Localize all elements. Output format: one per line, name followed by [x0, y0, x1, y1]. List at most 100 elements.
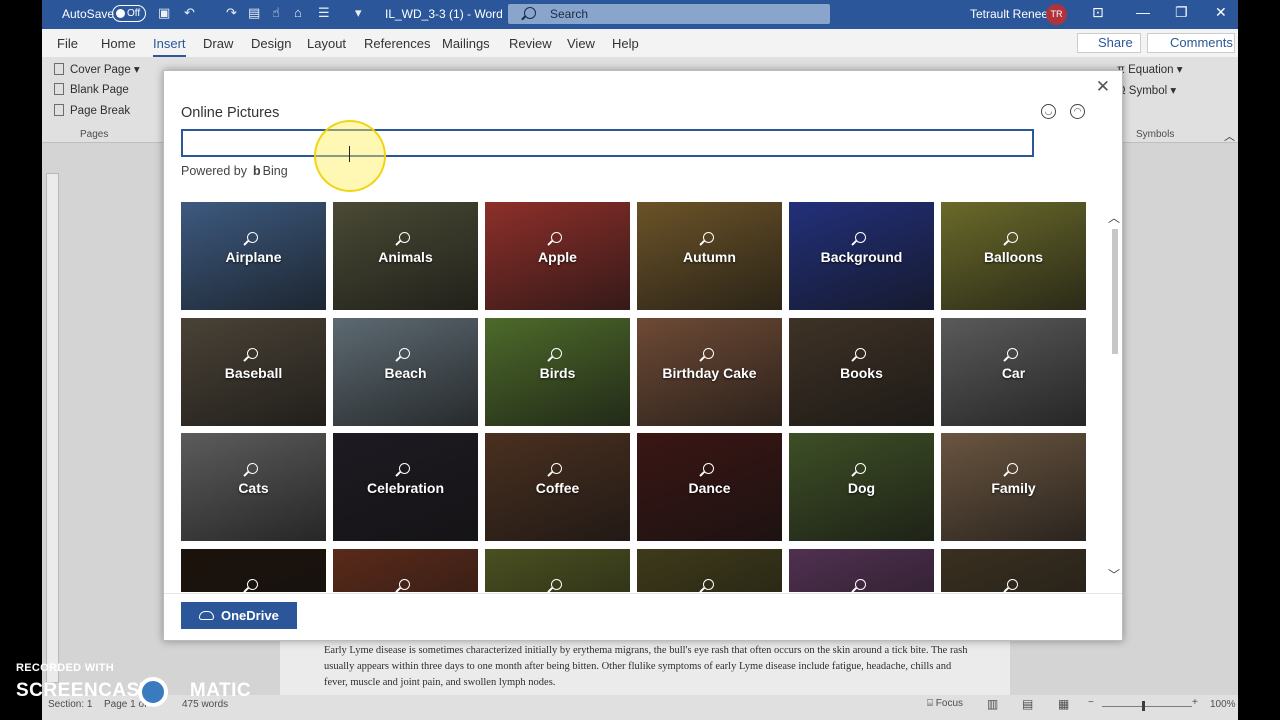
watermark-recorded-with: RECORDED WITH [16, 662, 115, 674]
touch-mode-icon[interactable]: ☝ [272, 5, 280, 21]
category-label: Dance [688, 480, 731, 496]
search-icon [855, 463, 866, 474]
category-label: Balloons [983, 249, 1044, 265]
search-icon [399, 578, 410, 590]
category-tile[interactable]: Balloons [941, 202, 1086, 310]
onedrive-label: OneDrive [221, 608, 279, 623]
bing-label: Bing [262, 164, 288, 178]
onedrive-button[interactable]: OneDrive [181, 602, 297, 629]
category-label: Coffee [535, 480, 580, 496]
screencast-logo-icon [138, 677, 168, 707]
category-tile[interactable]: Dog [789, 433, 934, 541]
customize-qat-icon[interactable]: ▾ [355, 5, 362, 21]
search-icon [551, 347, 562, 359]
category-tile[interactable]: Beach [333, 317, 478, 426]
close-window-icon[interactable]: ✕ [1215, 4, 1227, 21]
category-tile[interactable] [637, 548, 782, 592]
tab-design[interactable]: Design [251, 36, 291, 51]
text-cursor-icon [349, 146, 351, 162]
category-tile[interactable]: Coffee [485, 433, 630, 541]
tab-home[interactable]: Home [101, 36, 136, 51]
search-icon [855, 578, 866, 590]
frown-feedback-icon[interactable]: ◠ [1070, 104, 1085, 119]
category-tile[interactable]: Celebration [333, 433, 478, 541]
category-tile[interactable]: Car [941, 317, 1086, 426]
category-tile[interactable] [789, 548, 934, 592]
tab-references[interactable]: References [364, 36, 430, 51]
category-tile[interactable] [181, 548, 326, 592]
restore-icon[interactable]: ❐ [1175, 4, 1188, 21]
category-label: Birds [539, 364, 576, 381]
category-tile[interactable]: Family [941, 433, 1086, 541]
search-icon [247, 463, 258, 474]
close-icon[interactable]: ✕ [1096, 77, 1110, 97]
save-icon[interactable]: ▣ [158, 5, 170, 21]
search-icon [399, 347, 410, 359]
avatar[interactable]: TR [1046, 4, 1067, 25]
smile-feedback-icon[interactable]: ◡ [1041, 104, 1056, 119]
user-name[interactable]: Tetrault Renee [970, 7, 1048, 21]
dialog-title: Online Pictures [181, 105, 280, 121]
scroll-up-icon[interactable]: ︿ [1108, 209, 1120, 226]
ribbon-display-icon[interactable]: ⊡ [1092, 4, 1104, 21]
tab-view[interactable]: View [567, 36, 595, 51]
search-icon [247, 347, 258, 359]
search-icon [551, 232, 562, 243]
search-icon [703, 232, 714, 243]
watermark-matic-text: MATIC [189, 680, 252, 701]
tab-layout[interactable]: Layout [307, 36, 346, 51]
tab-insert[interactable]: Insert [153, 36, 186, 57]
category-tile[interactable]: Birds [485, 317, 630, 426]
category-tile[interactable]: Background [789, 202, 934, 310]
search-icon [524, 7, 536, 19]
category-label: Dog [847, 480, 876, 496]
undo-icon[interactable]: ↶ [184, 5, 195, 21]
word-window: AutoSave Off ▣ ↶ ↷ ▤ ☝ ⌂ ☰ ▾ IL_WD_3-3 (… [42, 0, 1238, 720]
powered-by-label: Powered by [181, 164, 248, 178]
format-painter-icon[interactable]: ⌂ [294, 5, 302, 20]
minimize-icon[interactable]: — [1136, 4, 1150, 20]
category-tile[interactable]: Baseball [181, 317, 326, 426]
category-tile[interactable]: Birthday Cake [637, 317, 782, 426]
category-tile[interactable]: Animals [333, 202, 478, 310]
category-label: Cats [238, 480, 269, 496]
redo-icon[interactable]: ↷ [226, 5, 237, 21]
search-icon [1007, 232, 1018, 243]
category-label: Family [991, 480, 1036, 496]
share-button[interactable]: Share [1077, 33, 1141, 53]
document-title: IL_WD_3-3 (1) - Word [385, 7, 503, 21]
image-search-input[interactable] [181, 129, 1034, 157]
category-grid: Airplane Animals Apple Autumn Background Ball… [181, 202, 1087, 592]
scrollbar-thumb[interactable] [1112, 229, 1118, 354]
tab-review[interactable]: Review [509, 36, 552, 51]
category-tile[interactable]: Airplane [181, 202, 326, 310]
category-tile[interactable]: Autumn [637, 202, 782, 310]
cloud-icon [199, 611, 214, 620]
autosave-label: AutoSave [62, 7, 115, 21]
category-tile[interactable]: Books [789, 317, 934, 426]
category-tile[interactable]: Cats [181, 433, 326, 541]
tab-mailings[interactable]: Mailings [442, 36, 490, 51]
scroll-down-icon[interactable]: ﹀ [1108, 566, 1120, 583]
category-tile[interactable] [941, 548, 1086, 592]
bullets-icon[interactable]: ☰ [318, 5, 330, 21]
category-tile[interactable] [333, 548, 478, 592]
search-icon [1007, 347, 1018, 359]
tab-draw[interactable]: Draw [203, 36, 233, 51]
search-icon [703, 347, 714, 359]
category-label: Animals [378, 249, 433, 265]
search-box[interactable]: Search [508, 4, 830, 24]
search-icon [1007, 578, 1018, 590]
tab-file[interactable]: File [57, 36, 78, 51]
category-tile[interactable] [485, 548, 630, 592]
powered-by-bing: Powered by b Bing [181, 164, 288, 178]
tab-help[interactable]: Help [612, 36, 639, 51]
share-label: Share [1098, 35, 1133, 50]
left-letterbox [0, 0, 42, 720]
autosave-toggle[interactable]: Off [112, 5, 146, 22]
print-preview-icon[interactable]: ▤ [248, 5, 260, 21]
category-tile[interactable]: Dance [637, 433, 782, 541]
category-tile[interactable]: Apple [485, 202, 630, 310]
search-icon [1007, 463, 1018, 474]
comments-button[interactable]: Comments [1147, 33, 1235, 53]
